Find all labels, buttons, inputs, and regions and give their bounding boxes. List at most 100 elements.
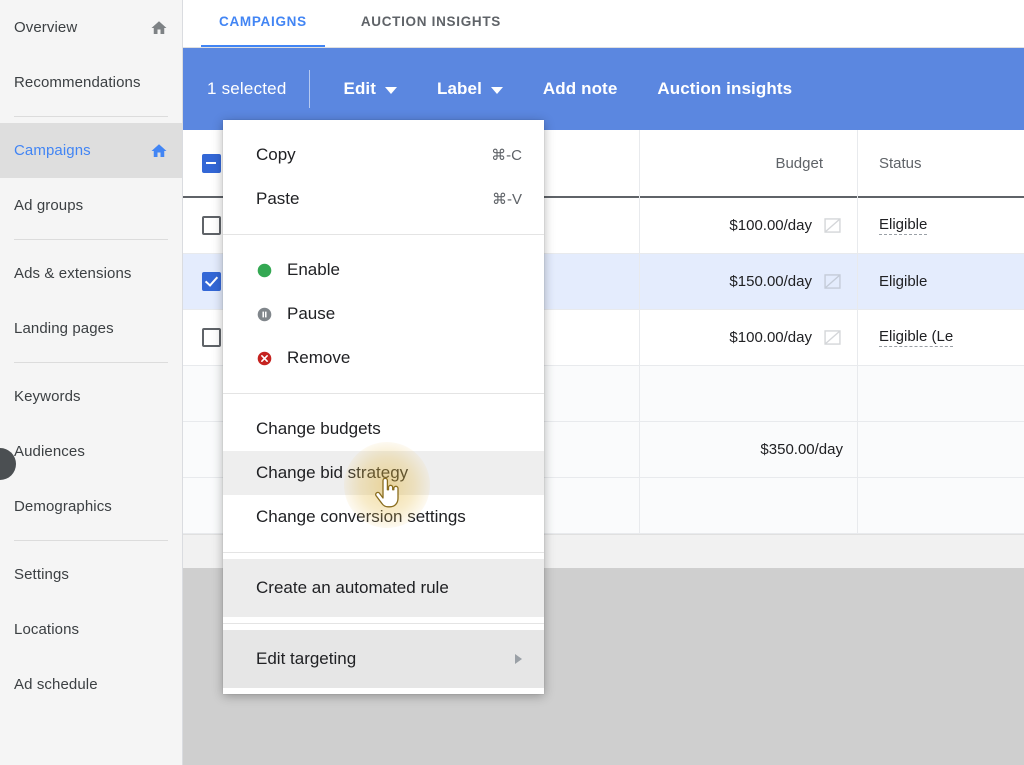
- sidebar-item-ad-schedule[interactable]: Ad schedule: [0, 657, 182, 712]
- menu-item-label: Change conversion settings: [256, 507, 522, 527]
- budget-value[interactable]: $100.00/day: [729, 217, 812, 234]
- sidebar-item-ads-extensions[interactable]: Ads & extensions: [0, 246, 182, 301]
- home-icon: [150, 19, 168, 37]
- home-icon: [150, 142, 168, 160]
- sidebar-item-locations[interactable]: Locations: [0, 602, 182, 657]
- menu-item-change-conversion-settings[interactable]: Change conversion settings: [223, 495, 544, 539]
- status-cell: Eligible: [857, 254, 1024, 309]
- budget-value[interactable]: $350.00/day: [760, 441, 843, 458]
- sidebar-item-campaigns[interactable]: Campaigns: [0, 123, 182, 178]
- sidebar-item-label: Demographics: [14, 499, 112, 514]
- page-tabs: CAMPAIGNS AUCTION INSIGHTS: [183, 0, 1024, 48]
- budget-cell: $150.00/day: [639, 254, 857, 309]
- select-all-checkbox[interactable]: [202, 154, 221, 173]
- menu-item-shortcut: ⌘-V: [492, 190, 522, 208]
- menu-group: Create an automated rule: [223, 559, 544, 617]
- sidebar-item-audiences[interactable]: Audiences: [0, 424, 182, 479]
- menu-item-change-bid-strategy[interactable]: Change bid strategy: [223, 451, 544, 495]
- enable-dot-icon: [256, 262, 273, 279]
- menu-item-paste[interactable]: Paste⌘-V: [223, 177, 544, 221]
- status-cell: [857, 422, 1024, 477]
- sidebar-item-label: Landing pages: [14, 321, 114, 336]
- no-chart-icon: [822, 215, 843, 236]
- menu-item-label: Copy: [256, 145, 491, 165]
- menu-separator: [223, 552, 544, 553]
- column-header-status[interactable]: Status: [857, 130, 1024, 196]
- sidebar-item-keywords[interactable]: Keywords: [0, 369, 182, 424]
- status-cell: [857, 366, 1024, 421]
- sidebar-divider: [14, 239, 168, 240]
- menu-separator: [223, 393, 544, 394]
- sidebar-item-label: Campaigns: [14, 143, 91, 158]
- menu-group: Copy⌘-CPaste⌘-V: [223, 126, 544, 228]
- menu-separator: [223, 623, 544, 624]
- tab-campaigns[interactable]: CAMPAIGNS: [201, 0, 325, 48]
- budget-value[interactable]: $100.00/day: [729, 329, 812, 346]
- remove-dot-icon: [256, 350, 273, 367]
- sidebar-item-label: Keywords: [14, 389, 81, 404]
- status-cell: [857, 478, 1024, 533]
- menu-item-pause[interactable]: Pause: [223, 292, 544, 336]
- status-badge[interactable]: Eligible (Le: [879, 328, 953, 347]
- sidebar-item-label: Ad schedule: [14, 677, 98, 692]
- sidebar-item-label: Overview: [14, 20, 77, 35]
- sidebar-item-demographics[interactable]: Demographics: [0, 479, 182, 534]
- sidebar-item-overview[interactable]: Overview: [0, 0, 182, 55]
- google-ads-campaigns-screen: Overview Recommendations Campaigns Ad group…: [0, 0, 1024, 765]
- menu-item-label: Change bid strategy: [256, 463, 522, 483]
- sidebar-item-settings[interactable]: Settings: [0, 547, 182, 602]
- budget-cell: [639, 366, 857, 421]
- sidebar-item-label: Settings: [14, 567, 69, 582]
- table-column-divider: [857, 130, 858, 534]
- column-header-budget[interactable]: Budget: [639, 130, 857, 196]
- menu-item-label: Change budgets: [256, 419, 522, 439]
- menu-item-create-an-automated-rule[interactable]: Create an automated rule: [223, 566, 544, 610]
- chevron-right-icon: [515, 654, 522, 664]
- sidebar-divider: [14, 116, 168, 117]
- no-chart-icon: [822, 327, 843, 348]
- menu-item-change-budgets[interactable]: Change budgets: [223, 407, 544, 451]
- budget-cell: $100.00/day: [639, 198, 857, 253]
- sidebar-item-landing-pages[interactable]: Landing pages: [0, 301, 182, 356]
- sidebar-item-recommendations[interactable]: Recommendations: [0, 55, 182, 110]
- status-badge[interactable]: Eligible: [879, 216, 927, 235]
- menu-group: Enable Pause Remove: [223, 241, 544, 387]
- menu-item-label: Edit targeting: [256, 649, 515, 669]
- status-badge[interactable]: Eligible: [879, 273, 927, 290]
- row-checkbox[interactable]: [202, 272, 221, 291]
- row-checkbox[interactable]: [202, 328, 221, 347]
- toolbar-button-label: Label: [437, 79, 482, 99]
- menu-item-label: Enable: [287, 260, 522, 280]
- sidebar-divider: [14, 362, 168, 363]
- budget-cell: [639, 478, 857, 533]
- chevron-down-icon: [491, 87, 503, 94]
- toolbar-button-label[interactable]: Label: [417, 48, 523, 130]
- status-cell: Eligible: [857, 198, 1024, 253]
- menu-item-edit-targeting[interactable]: Edit targeting: [223, 637, 544, 681]
- sidebar-item-label: Recommendations: [14, 75, 141, 90]
- edit-context-menu: Copy⌘-CPaste⌘-V Enable Pause Remove Change b…: [223, 120, 544, 694]
- row-checkbox[interactable]: [202, 216, 221, 235]
- toolbar-button-auction-insights[interactable]: Auction insights: [637, 48, 812, 130]
- no-chart-icon: [822, 271, 843, 292]
- toolbar-button-label: Add note: [543, 79, 617, 99]
- menu-item-copy[interactable]: Copy⌘-C: [223, 133, 544, 177]
- status-cell: Eligible (Le: [857, 310, 1024, 365]
- menu-item-remove[interactable]: Remove: [223, 336, 544, 380]
- toolbar-button-edit[interactable]: Edit: [324, 48, 418, 130]
- menu-item-label: Remove: [287, 348, 522, 368]
- pause-dot-icon: [256, 306, 273, 323]
- tab-auction-insights[interactable]: AUCTION INSIGHTS: [343, 0, 519, 48]
- chevron-down-icon: [385, 87, 397, 94]
- budget-value[interactable]: $150.00/day: [729, 273, 812, 290]
- sidebar-item-label: Ads & extensions: [14, 266, 132, 281]
- menu-item-enable[interactable]: Enable: [223, 248, 544, 292]
- menu-item-label: Create an automated rule: [256, 578, 522, 598]
- toolbar-button-label: Edit: [344, 79, 377, 99]
- sidebar-item-label: Audiences: [14, 444, 85, 459]
- sidebar-item-ad-groups[interactable]: Ad groups: [0, 178, 182, 233]
- budget-cell: $100.00/day: [639, 310, 857, 365]
- left-navigation-sidebar: Overview Recommendations Campaigns Ad group…: [0, 0, 183, 765]
- toolbar-button-add-note[interactable]: Add note: [523, 48, 637, 130]
- table-column-divider: [639, 130, 640, 534]
